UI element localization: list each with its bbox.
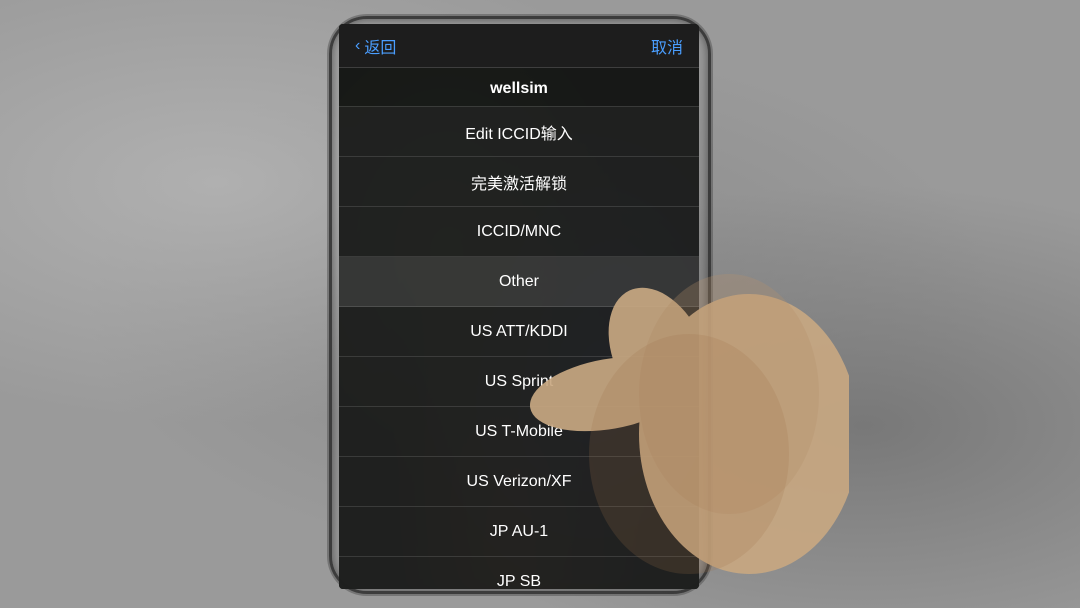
menu-item-iccid-mnc[interactable]: ICCID/MNC	[339, 207, 699, 257]
back-label: 返回	[364, 34, 396, 58]
menu-item-us-tmobile[interactable]: US T-Mobile	[339, 407, 699, 457]
nav-bar: ‹ 返回 取消	[339, 24, 699, 68]
phone-screen: ‹ 返回 取消 wellsim Edit ICCID输入完美激活解锁ICCID/…	[339, 24, 699, 589]
menu-item-jp-au-1[interactable]: JP AU-1	[339, 507, 699, 557]
menu-item-other[interactable]: Other	[339, 257, 699, 307]
menu-item-us-verizon[interactable]: US Verizon/XF	[339, 457, 699, 507]
phone-container: ‹ 返回 取消 wellsim Edit ICCID输入完美激活解锁ICCID/…	[309, 14, 729, 594]
menu-item-us-att-kddi[interactable]: US ATT/KDDI	[339, 307, 699, 357]
cancel-button[interactable]: 取消	[651, 34, 683, 58]
menu-item-us-sprint[interactable]: US Sprint	[339, 357, 699, 407]
menu-item-activate-unlock[interactable]: 完美激活解锁	[339, 157, 699, 207]
nav-back-button[interactable]: ‹ 返回	[355, 34, 396, 58]
menu-content: ‹ 返回 取消 wellsim Edit ICCID输入完美激活解锁ICCID/…	[339, 24, 699, 589]
chevron-left-icon: ‹	[355, 37, 360, 55]
menu-item-edit-iccid[interactable]: Edit ICCID输入	[339, 107, 699, 157]
menu-list: Edit ICCID输入完美激活解锁ICCID/MNCOtherUS ATT/K…	[339, 107, 699, 589]
menu-title: wellsim	[339, 68, 699, 107]
menu-item-jp-sb[interactable]: JP SB	[339, 557, 699, 589]
